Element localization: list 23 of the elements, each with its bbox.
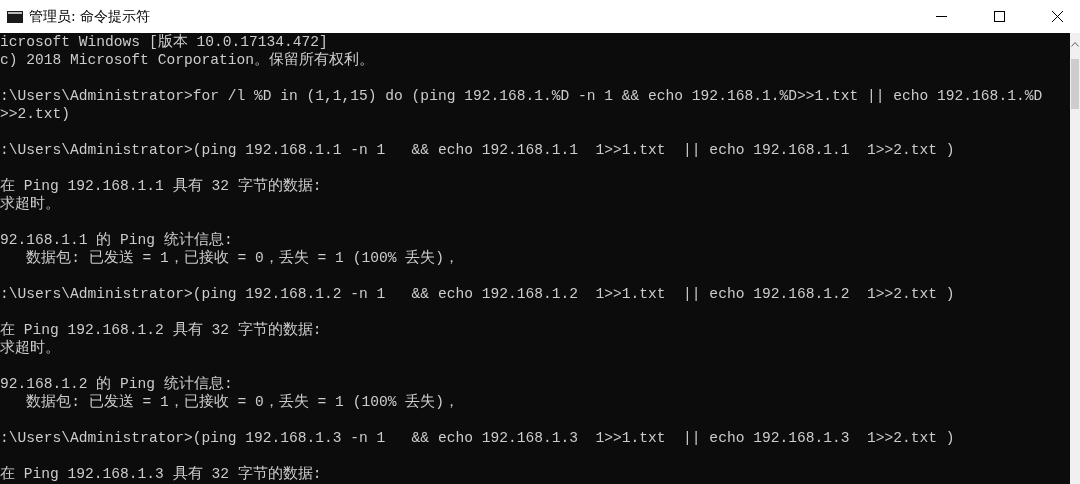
console-line: c) 2018 Microsoft Corporation。保留所有权利。 [0,51,375,69]
console-line: 求超时。 [0,195,61,213]
scroll-thumb[interactable] [1071,59,1079,109]
console-line: icrosoft Windows [版本 10.0.17134.472] [0,33,329,51]
console-line: >>2.txt) [0,105,72,123]
console-line: 数据包: 已发送 = 1，已接收 = 0，丢失 = 1 (100% 丢失)， [25,393,460,411]
console-line: :\Users\Administrator>(ping 192.168.1.1 -n 1 && echo 192.168.1.1 1>>1.txt || echo 192.168.1.1 1>>2.txt ) [0,141,956,159]
console-line: :\Users\Administrator>(ping 192.168.1.2 -n 1 && echo 192.168.1.2 1>>1.txt || echo 192.168.1.2 1>>2.txt ) [0,285,956,303]
close-icon [1051,11,1063,22]
window-title: 管理员: 命令提示符 [29,7,152,26]
console-icon [7,10,23,23]
scroll-up-icon[interactable] [1071,41,1079,47]
console-line: 数据包: 已发送 = 1，已接收 = 0，丢失 = 1 (100% 丢失)， [25,249,460,267]
console-line: :\Users\Administrator>(ping 192.168.1.3 -n 1 && echo 192.168.1.3 1>>1.txt || echo 192.168.1.3 1>>2.txt ) [0,429,956,447]
console-line: 求超时。 [0,339,61,357]
console-line: 92.168.1.1 的 Ping 统计信息: [0,231,234,249]
console-line: 在 Ping 192.168.1.2 具有 32 字节的数据: [0,321,323,339]
console-line: 92.168.1.2 的 Ping 统计信息: [0,375,234,393]
console-line: 在 Ping 192.168.1.3 具有 32 字节的数据: [0,465,323,483]
console-line: 在 Ping 192.168.1.1 具有 32 字节的数据: [0,177,323,195]
console-line: :\Users\Administrator>for /l %D in (1,1,15) do (ping 192.168.1.%D -n 1 && echo 192.168.1.%D>>1.txt || echo 192.168.1.%D [0,87,1044,105]
scrollbar[interactable] [1070,33,1080,484]
maximize-icon [993,11,1005,22]
